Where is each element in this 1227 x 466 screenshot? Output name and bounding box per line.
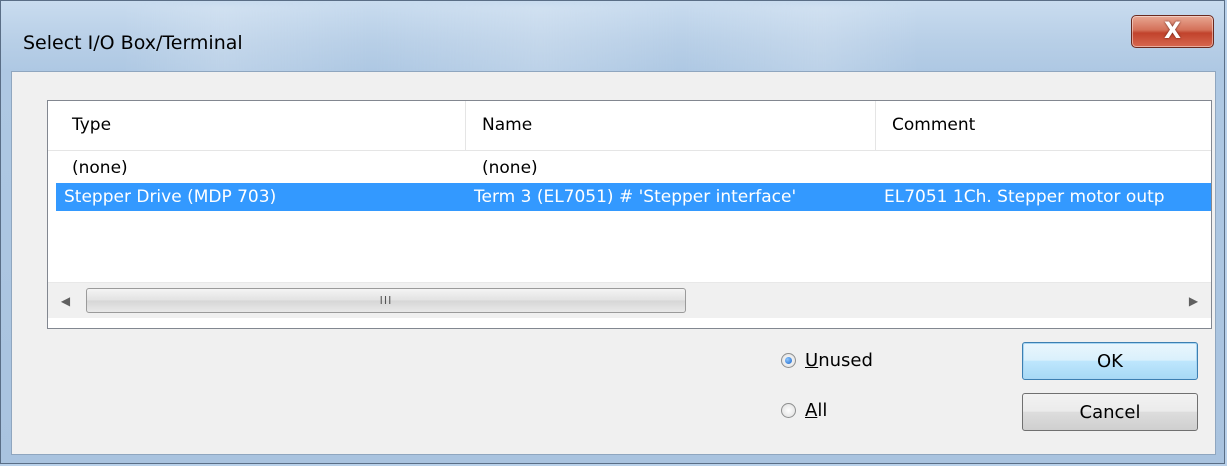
row-type: Stepper Drive (MDP 703) <box>64 187 277 207</box>
column-header-name[interactable]: Name <box>466 101 876 150</box>
row-type: (none) <box>72 158 128 178</box>
dialog-title: Select I/O Box/Terminal <box>23 32 243 54</box>
all-radio[interactable]: All <box>781 400 827 421</box>
chevron-left-icon: ◀ <box>60 293 71 308</box>
list-row-stepper-drive[interactable]: Stepper Drive (MDP 703) Term 3 (EL7051) … <box>56 183 1211 211</box>
list-row-none[interactable]: (none) (none) <box>56 154 1211 182</box>
column-header-comment[interactable]: Comment <box>876 101 1211 150</box>
row-name: (none) <box>482 158 538 178</box>
horizontal-scrollbar[interactable]: ◀ III ▶ <box>48 282 1211 318</box>
radio-unchecked-icon <box>781 403 796 418</box>
chevron-right-icon: ▶ <box>1188 293 1199 308</box>
list-header: Type Name Comment <box>48 101 1211 151</box>
scroll-right-button[interactable]: ▶ <box>1176 283 1211 318</box>
column-header-type[interactable]: Type <box>56 101 466 150</box>
all-radio-label: All <box>805 400 828 421</box>
box-list-view[interactable]: Type Name Comment (none) (none) Stepper … <box>47 100 1212 329</box>
grip-icon: III <box>379 294 393 307</box>
row-comment: EL7051 1Ch. Stepper motor outp <box>884 187 1165 207</box>
unused-radio[interactable]: Unused <box>781 350 873 371</box>
close-icon: X <box>1164 19 1181 44</box>
cancel-button[interactable]: Cancel <box>1022 393 1198 431</box>
row-name: Term 3 (EL7051) # 'Stepper interface' <box>474 187 797 207</box>
close-button[interactable]: X <box>1131 15 1214 48</box>
unused-radio-label: Unused <box>805 350 873 371</box>
radio-checked-icon <box>781 353 796 368</box>
ok-button[interactable]: OK <box>1022 342 1198 380</box>
scroll-left-button[interactable]: ◀ <box>48 283 83 318</box>
dialog-client-area: Type Name Comment (none) (none) Stepper … <box>11 71 1216 455</box>
dialog-window: Select I/O Box/Terminal X Type Name Comm… <box>0 0 1225 464</box>
scrollbar-thumb[interactable]: III <box>86 288 686 313</box>
